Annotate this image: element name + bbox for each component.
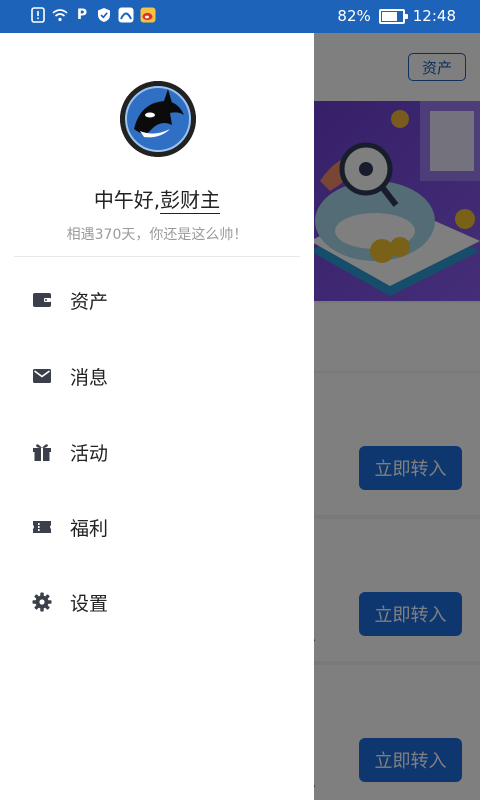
status-bar: P 82% 12:48: [0, 0, 480, 33]
menu-item-settings[interactable]: 设置: [0, 574, 314, 630]
menu-item-messages[interactable]: 消息: [0, 348, 314, 404]
navigation-drawer: 中午好,彭财主 相遇370天，你还是这么帅！ 资产 消息 活动 福利 设置: [0, 33, 314, 800]
shield-icon: [96, 7, 112, 23]
menu-item-label: 消息: [70, 366, 109, 389]
avatar[interactable]: [120, 81, 196, 157]
greeting-prefix: 中午好,: [93, 188, 161, 212]
wifi-icon: [52, 7, 68, 23]
clock: 12:48: [412, 7, 456, 25]
menu-item-label: 资产: [70, 290, 109, 313]
notification-icons: P: [30, 7, 156, 23]
greeting: 中午好,彭财主: [0, 184, 314, 214]
greeting-subtitle: 相遇370天，你还是这么帅！: [66, 227, 248, 243]
wallet-icon: [32, 290, 52, 310]
divider: [14, 256, 300, 257]
status-right: 82% 12:48: [337, 7, 456, 25]
menu-item-label: 活动: [70, 442, 109, 465]
menu-item-benefits[interactable]: 福利: [0, 499, 314, 555]
battery-percent: 82%: [337, 7, 371, 25]
parking-icon: P: [76, 7, 88, 23]
weibo-icon: [140, 7, 156, 23]
user-name[interactable]: 彭财主: [160, 188, 221, 214]
mail-icon: [32, 366, 52, 386]
menu-item-assets[interactable]: 资产: [0, 272, 314, 328]
app-icon: [118, 7, 134, 23]
alert-icon: [30, 7, 46, 23]
gear-icon: [32, 592, 52, 612]
ticket-icon: [32, 517, 52, 537]
battery-icon: [378, 8, 408, 24]
gift-icon: [32, 442, 52, 462]
menu-item-label: 设置: [70, 592, 109, 615]
menu-item-label: 福利: [70, 517, 109, 540]
menu-item-activities[interactable]: 活动: [0, 424, 314, 480]
